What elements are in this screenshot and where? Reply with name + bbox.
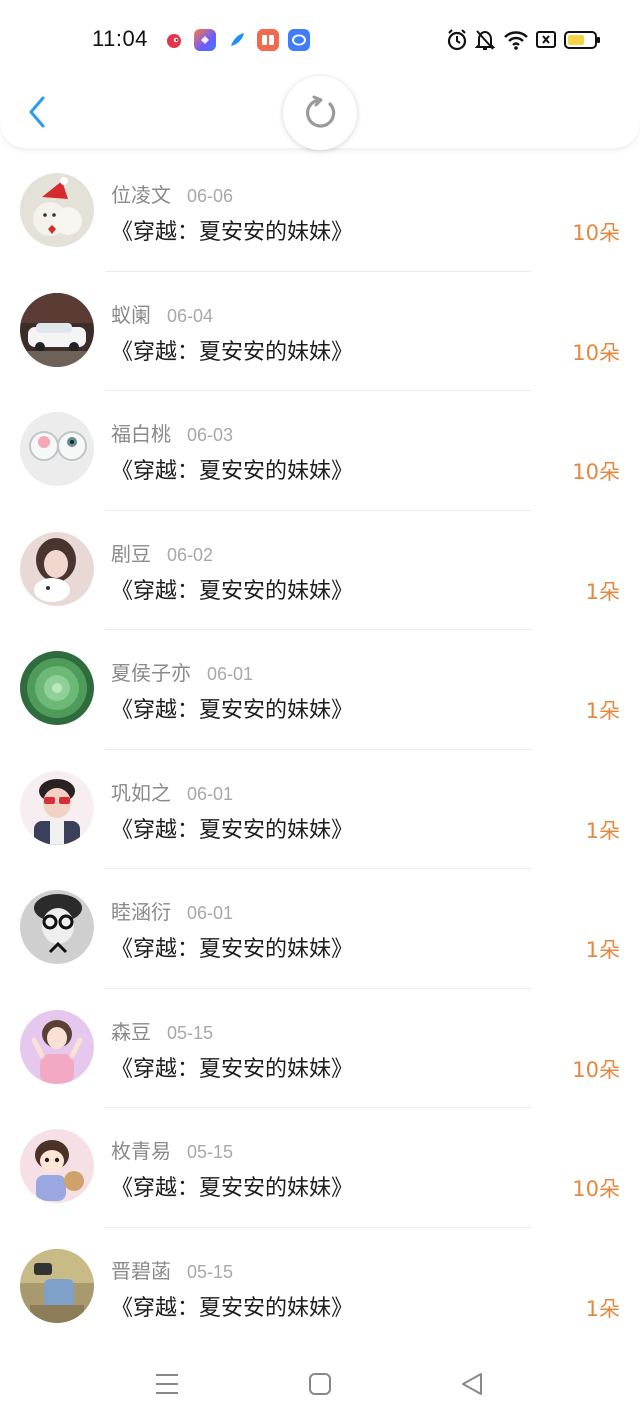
gift-amount: 1朵 <box>585 938 620 962</box>
menu-icon <box>156 1374 178 1394</box>
gift-amount: 1朵 <box>585 579 620 604</box>
avatar[interactable] <box>20 770 94 845</box>
system-nav-bar <box>0 1350 640 1422</box>
list-item[interactable]: 巩如之 06-01 《穿越：夏安安的妹妹》 1朵 <box>0 750 640 869</box>
gift-amount: 1朵 <box>585 699 620 723</box>
chat-app-icon <box>288 29 310 51</box>
nav-back-button[interactable] <box>452 1366 492 1402</box>
book-title: 《穿越：夏安安的妹妹》 <box>111 459 354 484</box>
gift-amount: 1朵 <box>585 818 620 843</box>
avatar[interactable] <box>20 1009 94 1084</box>
user-name: 睦涵衍 06-01 <box>111 900 234 924</box>
list-item[interactable]: 剧豆 06-02 《穿越：夏安安的妹妹》 1朵 <box>0 511 640 630</box>
book-title: 《穿越：夏安安的妹妹》 <box>111 220 354 245</box>
book-title: 《穿越：夏安安的妹妹》 <box>111 578 354 604</box>
home-button[interactable] <box>300 1366 340 1402</box>
avatar[interactable] <box>20 1248 94 1323</box>
book-title: 《穿越：夏安安的妹妹》 <box>111 339 354 365</box>
battery-icon <box>564 28 602 56</box>
record-date: 06-01 <box>207 664 254 684</box>
avatar[interactable] <box>20 890 94 964</box>
book-title: 《穿越：夏安安的妹妹》 <box>111 1295 354 1321</box>
record-date: 06-06 <box>187 186 234 206</box>
status-bar: 11:04 <box>0 0 640 80</box>
gift-record-list: 位凌文 06-06 《穿越：夏安安的妹妹》 10朵 蚁阑 06-04 《穿越：夏安安… <box>0 152 640 1347</box>
menu-button[interactable] <box>147 1366 187 1402</box>
feather-app-icon <box>226 29 248 51</box>
user-name: 森豆 05-15 <box>111 1019 214 1044</box>
back-button[interactable] <box>22 92 52 132</box>
gift-amount: 10朵 <box>572 460 620 484</box>
list-item[interactable]: 森豆 05-15 《穿越：夏安安的妹妹》 10朵 <box>0 989 640 1108</box>
refresh-icon <box>306 95 336 128</box>
user-name: 巩如之 06-01 <box>111 780 234 805</box>
gift-amount: 10朵 <box>572 1177 620 1201</box>
user-name: 剧豆 06-02 <box>111 541 214 566</box>
book-title: 《穿越：夏安安的妹妹》 <box>111 1176 354 1201</box>
user-name: 福白桃 06-03 <box>111 422 234 446</box>
list-item[interactable]: 夏侯子亦 06-01 《穿越：夏安安的妹妹》 1朵 <box>0 630 640 750</box>
book-title: 《穿越：夏安安的妹妹》 <box>111 937 354 962</box>
book-title: 《穿越：夏安安的妹妹》 <box>111 1056 354 1082</box>
record-date: 06-03 <box>187 425 234 445</box>
home-square-icon <box>309 1373 331 1395</box>
user-name: 位凌文 06-06 <box>111 183 234 207</box>
avatar[interactable] <box>20 412 94 486</box>
book-title: 《穿越：夏安安的妹妹》 <box>111 817 354 843</box>
weibo-icon <box>163 29 185 51</box>
avatar[interactable] <box>20 1129 94 1203</box>
record-date: 05-15 <box>187 1142 234 1162</box>
record-date: 06-01 <box>187 903 234 923</box>
user-name: 夏侯子亦 06-01 <box>111 661 254 685</box>
shortcut-app-icon <box>194 29 216 51</box>
refresh-button[interactable] <box>283 76 357 150</box>
record-date: 05-15 <box>187 1261 234 1282</box>
book-title: 《穿越：夏安安的妹妹》 <box>111 698 354 723</box>
gift-amount: 10朵 <box>572 1057 620 1082</box>
chevron-left-icon <box>29 96 45 128</box>
avatar[interactable] <box>20 173 94 247</box>
user-name: 枚青易 05-15 <box>111 1139 234 1163</box>
list-item[interactable]: 晋碧菡 05-15 《穿越：夏安安的妹妹》 1朵 <box>0 1228 640 1348</box>
record-date: 06-04 <box>167 305 214 326</box>
record-date: 06-02 <box>167 544 214 565</box>
avatar[interactable] <box>20 651 94 725</box>
list-item[interactable]: 睦涵衍 06-01 《穿越：夏安安的妹妹》 1朵 <box>0 869 640 989</box>
list-item[interactable]: 福白桃 06-03 《穿越：夏安安的妹妹》 10朵 <box>0 391 640 511</box>
book-app-icon <box>257 29 279 51</box>
user-name: 晋碧菡 05-15 <box>111 1258 234 1283</box>
back-triangle-icon <box>462 1373 482 1395</box>
app-header: 11:04 <box>0 0 640 150</box>
list-item[interactable]: 蚁阑 06-04 《穿越：夏安安的妹妹》 10朵 <box>0 272 640 391</box>
list-item[interactable]: 枚青易 05-15 《穿越：夏安安的妹妹》 10朵 <box>0 1108 640 1228</box>
wifi-icon <box>503 28 529 56</box>
record-date: 05-15 <box>167 1022 214 1043</box>
sim-disabled-icon <box>535 28 557 56</box>
list-item[interactable]: 位凌文 06-06 《穿越：夏安安的妹妹》 10朵 <box>0 152 640 272</box>
gift-amount: 10朵 <box>572 221 620 245</box>
gift-amount: 1朵 <box>585 1296 620 1321</box>
status-time: 11:04 <box>92 26 148 51</box>
user-name: 蚁阑 06-04 <box>111 302 214 327</box>
avatar[interactable] <box>20 292 94 367</box>
record-date: 06-01 <box>187 783 234 804</box>
mute-icon <box>474 28 496 56</box>
alarm-icon <box>446 28 468 56</box>
gift-amount: 10朵 <box>572 340 620 365</box>
avatar[interactable] <box>20 531 94 606</box>
